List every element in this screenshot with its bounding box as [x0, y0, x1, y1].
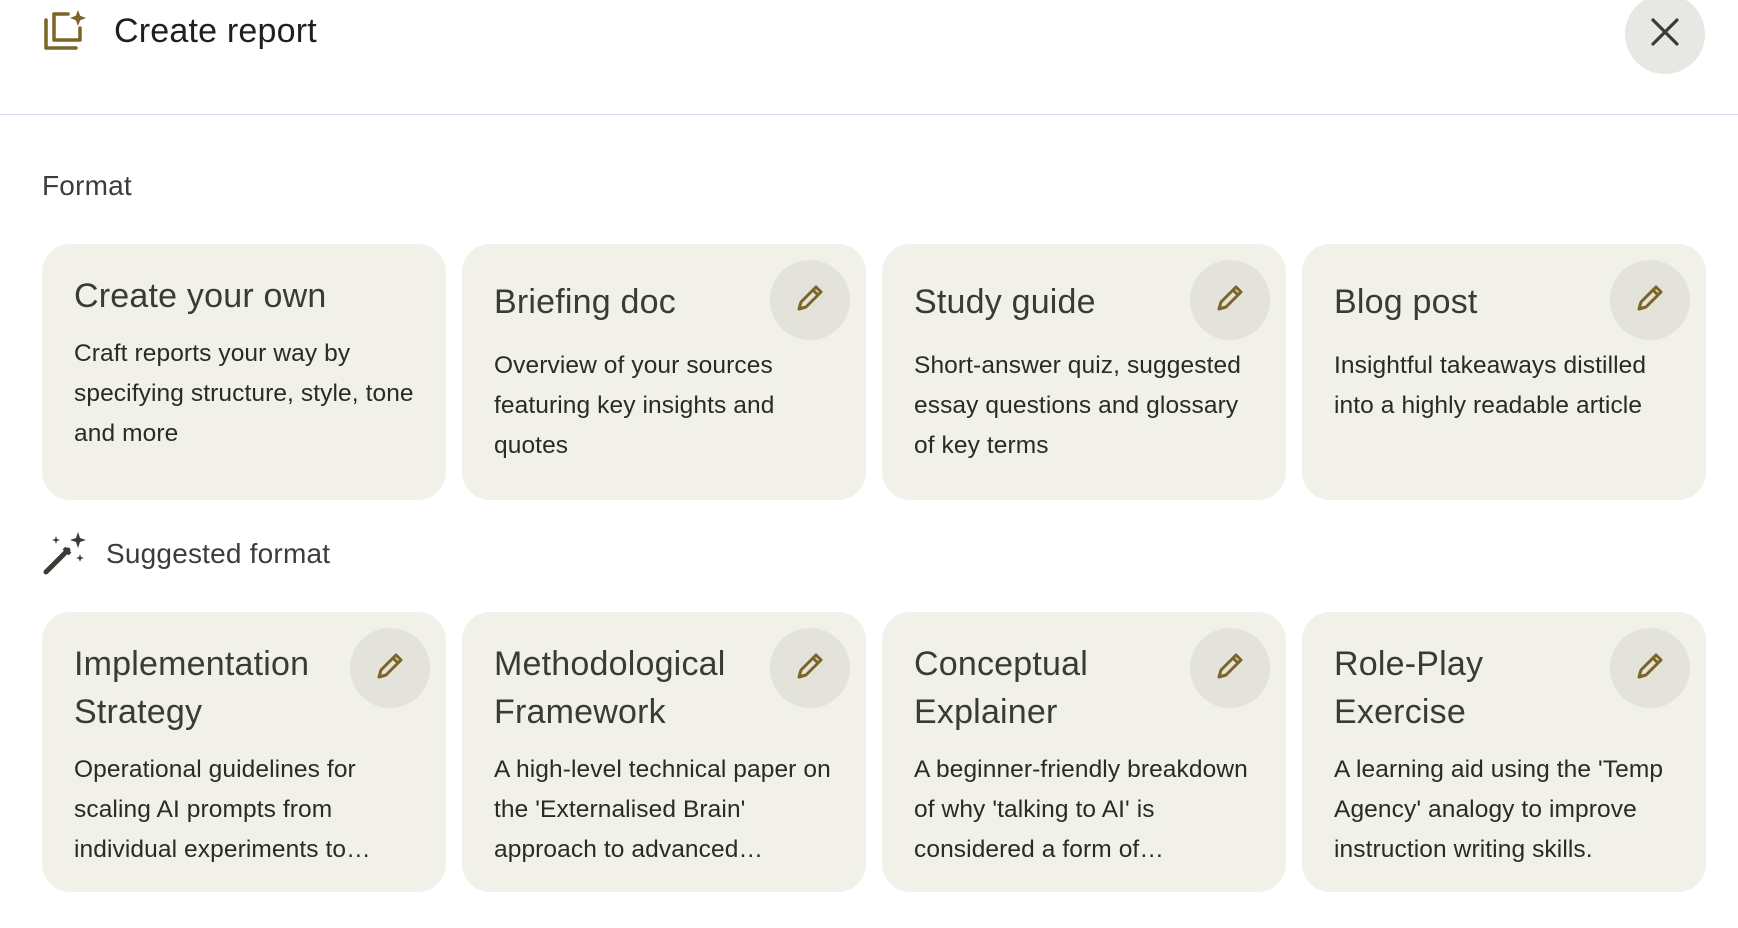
- edit-button[interactable]: [1190, 628, 1270, 708]
- suggested-card-role-play-exercise[interactable]: Role-Play Exercise A learning aid using …: [1302, 612, 1706, 892]
- card-title: Study guide: [914, 283, 1096, 321]
- dialog-title: Create report: [114, 12, 317, 50]
- edit-button[interactable]: [770, 628, 850, 708]
- card-description: A learning aid using the 'Temp Agency' a…: [1334, 756, 1664, 863]
- edit-button[interactable]: [1610, 260, 1690, 340]
- card-title: Implementation Strategy: [74, 645, 310, 731]
- card-description: A beginner-friendly breakdown of why 'ta…: [914, 756, 1248, 863]
- pencil-icon: [1633, 649, 1667, 688]
- edit-button[interactable]: [350, 628, 430, 708]
- report-sparkle-icon: [42, 8, 88, 54]
- format-section-label: Format: [42, 170, 132, 201]
- edit-button[interactable]: [770, 260, 850, 340]
- format-card-briefing-doc[interactable]: Briefing doc Overview of your sources fe…: [462, 244, 866, 500]
- format-card-grid: Create your own Craft reports your way b…: [42, 244, 1706, 500]
- card-title: Briefing doc: [494, 283, 676, 321]
- pencil-icon: [1213, 281, 1247, 320]
- card-description: Insightful takeaways distilled into a hi…: [1334, 352, 1647, 419]
- suggested-card-conceptual-explainer[interactable]: Conceptual Explainer A beginner-friendly…: [882, 612, 1286, 892]
- pencil-icon: [793, 281, 827, 320]
- card-description: Operational guidelines for scaling AI pr…: [74, 756, 371, 863]
- pencil-icon: [1213, 649, 1247, 688]
- card-title: Create your own: [74, 277, 327, 315]
- pencil-icon: [793, 649, 827, 688]
- pencil-icon: [1633, 281, 1667, 320]
- suggested-section-label: Suggested format: [106, 538, 331, 569]
- suggested-card-grid: Implementation Strategy Operational guid…: [42, 612, 1706, 892]
- card-description: Craft reports your way by specifying str…: [74, 340, 414, 447]
- close-button[interactable]: [1625, 0, 1705, 74]
- pencil-icon: [373, 649, 407, 688]
- card-title: Methodological Framework: [494, 645, 726, 731]
- format-card-study-guide[interactable]: Study guide Short-answer quiz, suggested…: [882, 244, 1286, 500]
- edit-button[interactable]: [1190, 260, 1270, 340]
- format-card-create-your-own[interactable]: Create your own Craft reports your way b…: [42, 244, 446, 500]
- suggested-card-implementation-strategy[interactable]: Implementation Strategy Operational guid…: [42, 612, 446, 892]
- card-title: Blog post: [1334, 283, 1478, 321]
- card-title: Conceptual Explainer: [914, 645, 1089, 731]
- card-title: Role-Play Exercise: [1334, 645, 1484, 731]
- card-description: Short-answer quiz, suggested essay quest…: [914, 352, 1241, 459]
- edit-button[interactable]: [1610, 628, 1690, 708]
- card-description: A high-level technical paper on the 'Ext…: [494, 756, 831, 863]
- card-description: Overview of your sources featuring key i…: [494, 352, 775, 459]
- format-card-blog-post[interactable]: Blog post Insightful takeaways distilled…: [1302, 244, 1706, 500]
- magic-wand-icon: [42, 530, 88, 576]
- close-icon: [1650, 17, 1680, 52]
- dialog-header: Create report: [0, 0, 1738, 115]
- suggested-card-methodological-framework[interactable]: Methodological Framework A high-level te…: [462, 612, 866, 892]
